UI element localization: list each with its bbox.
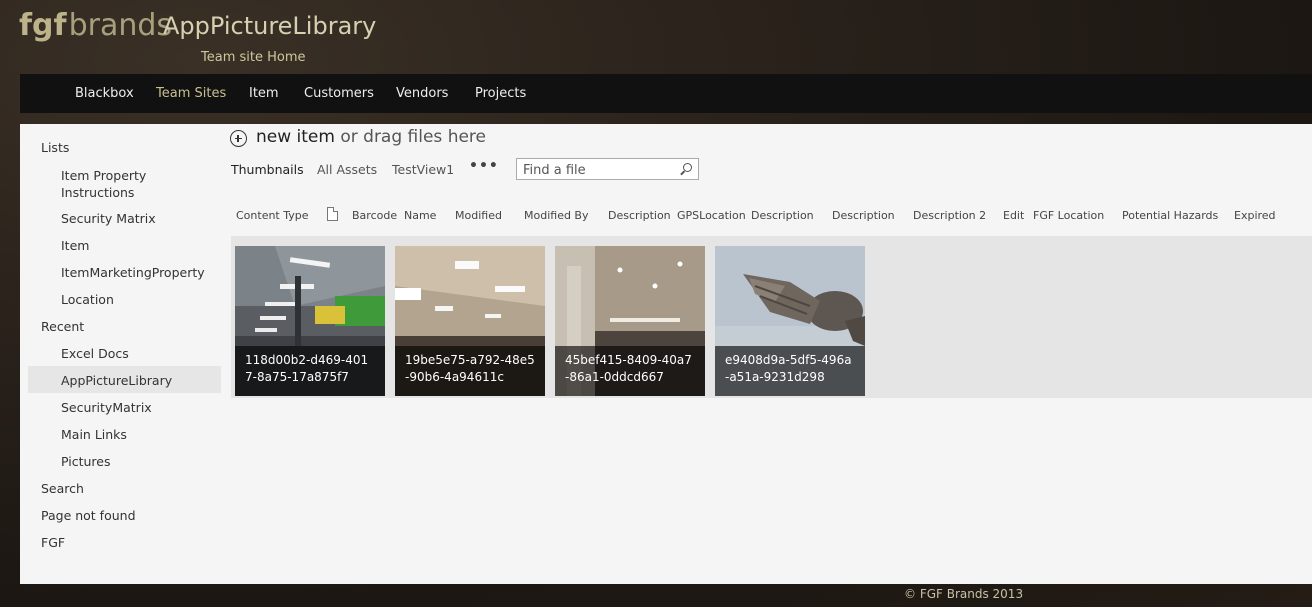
- topnav-item-customers[interactable]: Customers: [304, 86, 374, 101]
- column-headers: Content Type Barcode Name Modified Modif…: [230, 207, 1312, 225]
- ql-item-lists[interactable]: Lists: [41, 140, 69, 155]
- drag-files-hint: or drag files here: [334, 127, 487, 147]
- col-description-3[interactable]: Description: [832, 209, 895, 222]
- ql-item-page-not-found[interactable]: Page not found: [41, 508, 136, 523]
- circle-plus-icon[interactable]: [230, 130, 247, 147]
- col-fgf-location[interactable]: FGF Location: [1033, 209, 1104, 222]
- ql-item-item[interactable]: Item: [61, 238, 89, 253]
- top-navigation: Blackbox Team Sites Item Customers Vendo…: [20, 74, 1312, 113]
- logo-brands: brands: [68, 8, 173, 43]
- topnav-item-blackbox[interactable]: Blackbox: [75, 86, 134, 101]
- ql-item-itemmarketingproperty[interactable]: ItemMarketingProperty: [61, 265, 205, 280]
- ql-item-security-matrix[interactable]: Security Matrix: [61, 211, 156, 226]
- ql-item-item-property-instructions[interactable]: Item Property Instructions: [61, 167, 181, 201]
- col-description[interactable]: Description: [608, 209, 671, 222]
- topnav-item-vendors[interactable]: Vendors: [396, 86, 448, 101]
- col-content-type[interactable]: Content Type: [236, 209, 309, 222]
- view-thumbnails[interactable]: Thumbnails: [231, 162, 304, 177]
- ql-item-recent[interactable]: Recent: [41, 319, 84, 334]
- col-description-2-field[interactable]: Description 2: [913, 209, 986, 222]
- thumbnail-tile[interactable]: e9408d9a-5df5-496a-a51a-9231d298: [715, 246, 865, 396]
- search-icon[interactable]: [683, 163, 692, 172]
- thumbnail-tile[interactable]: 118d00b2-d469-4017-8a75-17a875f7: [235, 246, 385, 396]
- ql-item-location[interactable]: Location: [61, 292, 114, 307]
- ql-item-search[interactable]: Search: [41, 481, 84, 496]
- main-area: Lists Item Property Instructions Securit…: [20, 124, 1312, 584]
- tile-caption: 45bef415-8409-40a7-86a1-0ddcd667: [555, 346, 705, 396]
- document-type-icon[interactable]: [327, 207, 338, 221]
- ql-item-excel-docs[interactable]: Excel Docs: [61, 346, 129, 361]
- ql-item-main-links[interactable]: Main Links: [61, 427, 127, 442]
- site-title[interactable]: AppPictureLibrary: [163, 12, 376, 40]
- ql-item-apppicturelibrary[interactable]: AppPictureLibrary: [61, 373, 172, 388]
- thumbnail-grid: 118d00b2-d469-4017-8a75-17a875f7 19be5e7…: [231, 236, 1312, 398]
- ql-item-pictures[interactable]: Pictures: [61, 454, 111, 469]
- library-content: new item or drag files here Thumbnails A…: [230, 124, 1312, 584]
- search-input[interactable]: [521, 161, 675, 179]
- quick-launch: Lists Item Property Instructions Securit…: [20, 124, 221, 584]
- tile-caption: e9408d9a-5df5-496a-a51a-9231d298: [715, 346, 865, 396]
- breadcrumb-team-site-home[interactable]: Team site Home: [201, 50, 306, 65]
- topnav-item-item[interactable]: Item: [249, 86, 279, 101]
- fgf-brands-logo[interactable]: fgfbrands: [19, 8, 172, 43]
- col-description-2[interactable]: Description: [751, 209, 814, 222]
- col-barcode[interactable]: Barcode: [352, 209, 397, 222]
- tile-caption: 118d00b2-d469-4017-8a75-17a875f7: [235, 346, 385, 396]
- view-testview1[interactable]: TestView1: [392, 162, 454, 177]
- col-edit[interactable]: Edit: [1003, 209, 1024, 222]
- ql-item-fgf[interactable]: FGF: [41, 535, 65, 550]
- col-modified-by[interactable]: Modified By: [524, 209, 589, 222]
- new-item-text: new item or drag files here: [256, 127, 486, 147]
- more-views-ellipsis-icon[interactable]: •••: [469, 158, 499, 174]
- logo-fgf: fgf: [19, 8, 67, 43]
- view-all-assets[interactable]: All Assets: [317, 162, 377, 177]
- thumbnail-tile[interactable]: 45bef415-8409-40a7-86a1-0ddcd667: [555, 246, 705, 396]
- thumbnail-tile[interactable]: 19be5e75-a792-48e5-90b6-4a94611c: [395, 246, 545, 396]
- col-modified[interactable]: Modified: [455, 209, 502, 222]
- col-gpslocation[interactable]: GPSLocation: [677, 209, 746, 222]
- site-header: fgfbrands AppPictureLibrary Team site Ho…: [0, 0, 1312, 74]
- footer-copyright: © FGF Brands 2013: [904, 587, 1024, 601]
- topnav-item-team-sites[interactable]: Team Sites: [156, 86, 226, 101]
- tile-caption: 19be5e75-a792-48e5-90b6-4a94611c: [395, 346, 545, 396]
- col-expired[interactable]: Expired: [1234, 209, 1276, 222]
- col-name[interactable]: Name: [404, 209, 436, 222]
- find-a-file-search-box: [516, 158, 699, 180]
- topnav-item-projects[interactable]: Projects: [475, 86, 526, 101]
- ql-item-securitymatrix[interactable]: SecurityMatrix: [61, 400, 152, 415]
- new-item-link[interactable]: new item: [256, 127, 335, 147]
- col-potential-hazards[interactable]: Potential Hazards: [1122, 209, 1218, 222]
